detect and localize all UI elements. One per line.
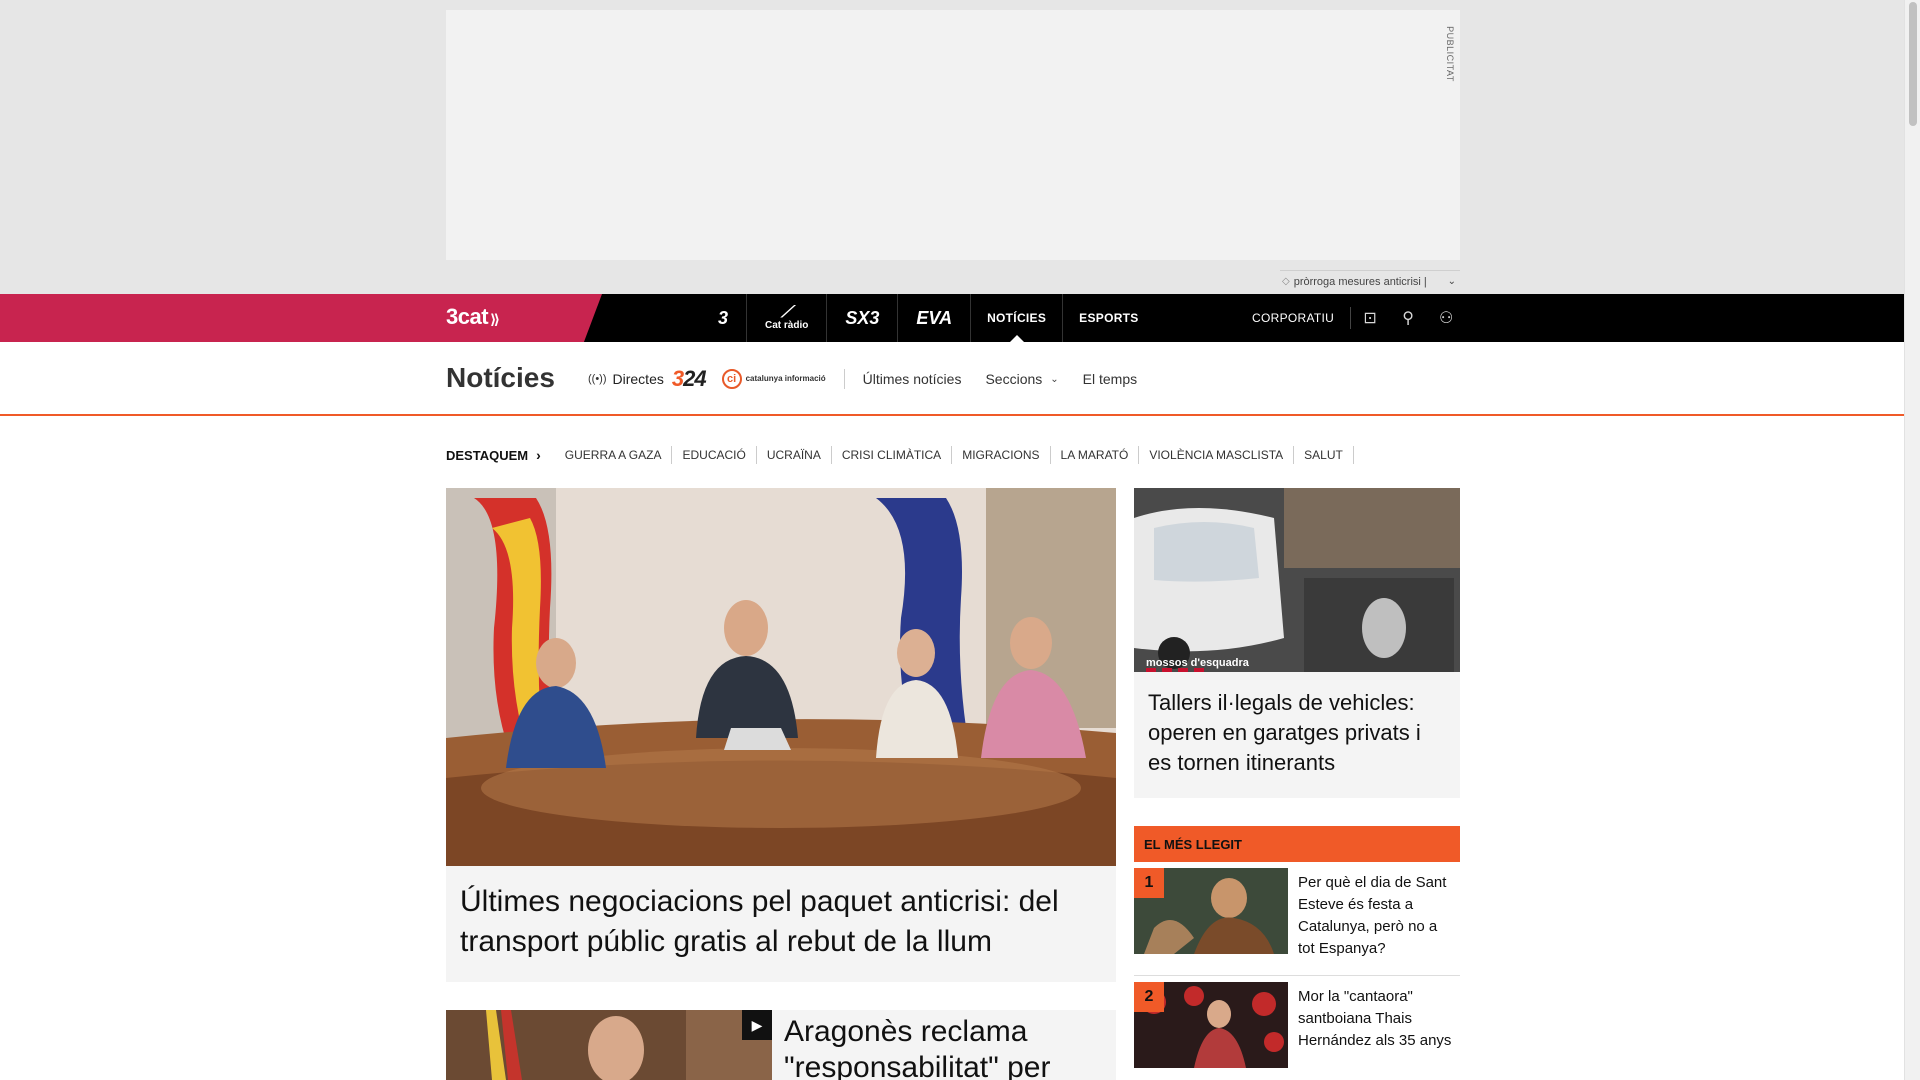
channel-3-label: 3 bbox=[718, 307, 729, 328]
ad-banner[interactable] bbox=[446, 10, 1460, 260]
directes-label: Directes bbox=[612, 371, 664, 387]
tag-la-marato[interactable]: LA MARATÓ bbox=[1051, 446, 1140, 464]
tag-guerra-gaza[interactable]: GUERRA A GAZA bbox=[555, 446, 673, 464]
tag-violencia-masclista[interactable]: VIOLÈNCIA MASCLISTA bbox=[1139, 446, 1295, 464]
chevron-down-icon: ⌄ bbox=[1050, 373, 1059, 385]
page-scrollbar[interactable] bbox=[1904, 0, 1920, 1080]
el-temps-link[interactable]: El temps bbox=[1083, 371, 1137, 387]
section-items: ((•)) Directes 324 ci catalunya informac… bbox=[588, 364, 1161, 394]
right-tools: CORPORATIU ⊡ ⚲ ⚇ bbox=[1240, 294, 1465, 342]
nav-esports[interactable]: ESPORTS bbox=[1063, 294, 1154, 342]
seccions-label: Seccions bbox=[985, 371, 1043, 387]
section-nav: Notícies ((•)) Directes 324 ci catalunya… bbox=[0, 342, 1904, 416]
tag-educacio[interactable]: EDUCACIÓ bbox=[672, 446, 757, 464]
section-title[interactable]: Notícies bbox=[446, 362, 555, 394]
channel-sx3-logo[interactable]: SX3 bbox=[827, 294, 899, 342]
right-story-headline[interactable]: Tallers il·legals de vehicles: operen en… bbox=[1134, 672, 1460, 778]
most-read-thumb[interactable]: 2 bbox=[1134, 982, 1288, 1068]
channel-eva-label: EVA bbox=[916, 307, 953, 328]
channel-catradio-label: Cat ràdio bbox=[765, 320, 809, 331]
garage-photo: mossos d'esquadra bbox=[1134, 488, 1460, 672]
meeting-photo bbox=[446, 488, 1116, 866]
brand-logo[interactable]: 3cat ⟫ bbox=[446, 304, 500, 330]
destaquem-title[interactable]: DESTAQUEM › bbox=[446, 447, 541, 463]
most-read-text[interactable]: Mor la "cantaora" santboiana Thais Herná… bbox=[1298, 986, 1458, 1052]
channel-list: 3 ⟋ Cat ràdio SX3 EVA NOTÍCIES ESPORTS bbox=[700, 294, 1155, 342]
logo-ci-text: catalunya informació bbox=[745, 374, 826, 383]
logo-catalunya-informacio[interactable]: ci catalunya informació bbox=[721, 369, 845, 389]
most-read-panel: EL MÉS LLEGIT 1 Per què el dia de Sant E… bbox=[1134, 826, 1460, 1080]
rank-number: 1 bbox=[1134, 868, 1164, 898]
catradio-mark-icon: ⟋ bbox=[781, 304, 793, 321]
logo-324[interactable]: 324 bbox=[671, 366, 707, 392]
rank-number: 2 bbox=[1134, 982, 1164, 1012]
live-radio-icon: ((•)) bbox=[588, 373, 607, 385]
channel-eva-logo[interactable]: EVA bbox=[898, 294, 972, 342]
list-item[interactable]: 2 Mor la "cantaora" santboiana Thais Her… bbox=[1134, 982, 1460, 1080]
most-read-thumb[interactable]: 1 bbox=[1134, 868, 1288, 954]
chevron-down-icon[interactable]: ⌄ bbox=[1448, 276, 1460, 287]
logo-324-three: 3 bbox=[671, 366, 684, 391]
list-item[interactable]: 1 Per què el dia de Sant Esteve és festa… bbox=[1134, 868, 1460, 976]
logo-324-text: 24 bbox=[683, 366, 707, 391]
main-story-image[interactable] bbox=[446, 488, 1116, 866]
second-story-headline[interactable]: Aragonès reclama "responsabilitat" per bbox=[784, 1014, 1116, 1080]
ad-label: PUBLICITAT bbox=[1445, 26, 1455, 82]
most-read-title: EL MÉS LLEGIT bbox=[1134, 826, 1460, 862]
nav-corporatiu[interactable]: CORPORATIU bbox=[1240, 307, 1352, 329]
mossos-watermark: mossos d'esquadra bbox=[1146, 657, 1250, 669]
chevron-right-icon: › bbox=[536, 447, 541, 463]
channel-sx3-label: SX3 bbox=[845, 307, 880, 328]
nav-noticies[interactable]: NOTÍCIES bbox=[971, 294, 1064, 342]
brand-arrow-icon: ⟫ bbox=[490, 311, 500, 327]
brand-band bbox=[0, 294, 602, 342]
second-story-photo bbox=[446, 1010, 772, 1080]
ci-mark-icon: ci bbox=[721, 369, 742, 389]
tag-salut[interactable]: SALUT bbox=[1294, 446, 1354, 464]
main-story-headline[interactable]: Últimes negociacions pel paquet anticris… bbox=[446, 866, 1116, 962]
search-icon[interactable]: ⚲ bbox=[1389, 294, 1427, 342]
directes-link[interactable]: ((•)) Directes bbox=[588, 371, 664, 387]
shopping-bag-icon[interactable]: ⊡ bbox=[1351, 294, 1389, 342]
most-read-text[interactable]: Per què el dia de Sant Esteve és festa a… bbox=[1298, 872, 1458, 960]
ad-area: PUBLICITAT ◇ pròrroga mesures anticrisi … bbox=[0, 0, 1904, 294]
main-story-card[interactable]: Últimes negociacions pel paquet anticris… bbox=[446, 488, 1116, 982]
topic-ticker[interactable]: ◇ pròrroga mesures anticrisi | ⌄ bbox=[1280, 270, 1460, 292]
play-icon[interactable]: ▶ bbox=[742, 1010, 772, 1040]
channel-catradio-logo[interactable]: ⟋ Cat ràdio bbox=[747, 294, 828, 342]
user-icon[interactable]: ⚇ bbox=[1427, 294, 1465, 342]
brand-logo-text: 3cat bbox=[446, 304, 489, 329]
second-story-card[interactable]: ▶ Aragonès reclama "responsabilitat" per bbox=[446, 1010, 1116, 1080]
destaquem-label: DESTAQUEM bbox=[446, 447, 529, 463]
right-story-image[interactable]: mossos d'esquadra bbox=[1134, 488, 1460, 672]
scrollbar-thumb[interactable] bbox=[1909, 2, 1917, 126]
ticker-text: pròrroga mesures anticrisi | bbox=[1293, 275, 1427, 288]
tag-icon: ◇ bbox=[1282, 276, 1290, 287]
destaquem-bar: DESTAQUEM › GUERRA A GAZA EDUCACIÓ UCRAÏ… bbox=[446, 445, 1354, 465]
tag-ucraina[interactable]: UCRAÏNA bbox=[757, 446, 832, 464]
right-story-card[interactable]: mossos d'esquadra Tallers il·legals de v… bbox=[1134, 488, 1460, 798]
seccions-dropdown[interactable]: Seccions ⌄ bbox=[985, 371, 1058, 387]
ultimes-noticies-link[interactable]: Últimes notícies bbox=[863, 371, 962, 387]
tag-crisi-climatica[interactable]: CRISI CLIMÀTICA bbox=[832, 446, 953, 464]
top-nav: 3cat ⟫ 3 ⟋ Cat ràdio SX3 EVA NOTÍCIES ESPO… bbox=[0, 294, 1904, 342]
tag-migracions[interactable]: MIGRACIONS bbox=[952, 446, 1051, 464]
second-story-image[interactable]: ▶ bbox=[446, 1010, 772, 1080]
channel-3-logo[interactable]: 3 bbox=[700, 294, 748, 342]
